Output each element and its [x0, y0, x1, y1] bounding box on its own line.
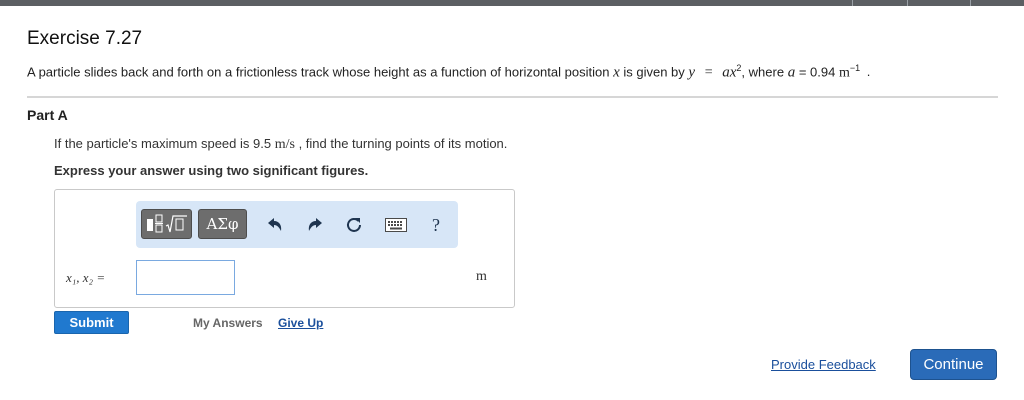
templates-button[interactable]: [141, 209, 192, 239]
var-y: y: [688, 64, 696, 81]
submit-button[interactable]: Submit: [54, 311, 129, 334]
answer-instruction: Express your answer using two significan…: [54, 163, 369, 178]
my-answers-link[interactable]: My Answers: [193, 316, 263, 330]
problem-statement: A particle slides back and forth on a fr…: [27, 63, 870, 81]
question-part: , find the turning points of its motion.: [298, 136, 508, 151]
undo-icon[interactable]: [265, 215, 285, 235]
speed-unit: m/s: [274, 137, 295, 152]
a-exponent: −1: [849, 63, 861, 73]
problem-text: , where: [741, 64, 785, 80]
question-text: If the particle's maximum speed is 9.5 m…: [54, 136, 507, 153]
question-part: If the particle's maximum speed is 9.5: [54, 136, 272, 151]
a-value: = 0.94: [798, 64, 836, 80]
variable-label-text: x₁, x₂ =: [66, 270, 106, 285]
top-bar-divider: [852, 0, 853, 6]
help-icon[interactable]: ?: [426, 215, 446, 235]
answer-unit: m: [476, 269, 487, 284]
section-divider: [27, 96, 998, 98]
period: .: [866, 64, 871, 80]
give-up-link[interactable]: Give Up: [278, 316, 323, 330]
answer-variable-label: x₁, x₂ =: [66, 270, 105, 286]
template-icon: [146, 214, 187, 233]
exercise-title: Exercise 7.27: [27, 28, 143, 49]
problem-text: is given by: [623, 64, 685, 80]
answer-input[interactable]: [136, 260, 235, 295]
problem-text: A particle slides back and forth on a fr…: [27, 64, 610, 80]
top-bar-divider: [907, 0, 908, 6]
top-bar: [0, 0, 1024, 6]
var-a: a: [787, 64, 796, 81]
reset-icon[interactable]: [344, 215, 364, 235]
equals-sign: =: [704, 65, 713, 81]
math-toolbar: ΑΣφ ?: [136, 201, 458, 248]
greek-symbols-button[interactable]: ΑΣφ: [198, 209, 247, 239]
a-unit: m: [838, 65, 850, 81]
top-bar-divider: [970, 0, 971, 6]
continue-button[interactable]: Continue: [910, 349, 997, 380]
var-a: a: [722, 64, 730, 81]
var-x: x: [613, 64, 620, 81]
part-heading: Part A: [27, 107, 68, 123]
provide-feedback-link[interactable]: Provide Feedback: [771, 357, 876, 372]
keyboard-icon[interactable]: [384, 215, 408, 235]
redo-icon[interactable]: [305, 215, 325, 235]
